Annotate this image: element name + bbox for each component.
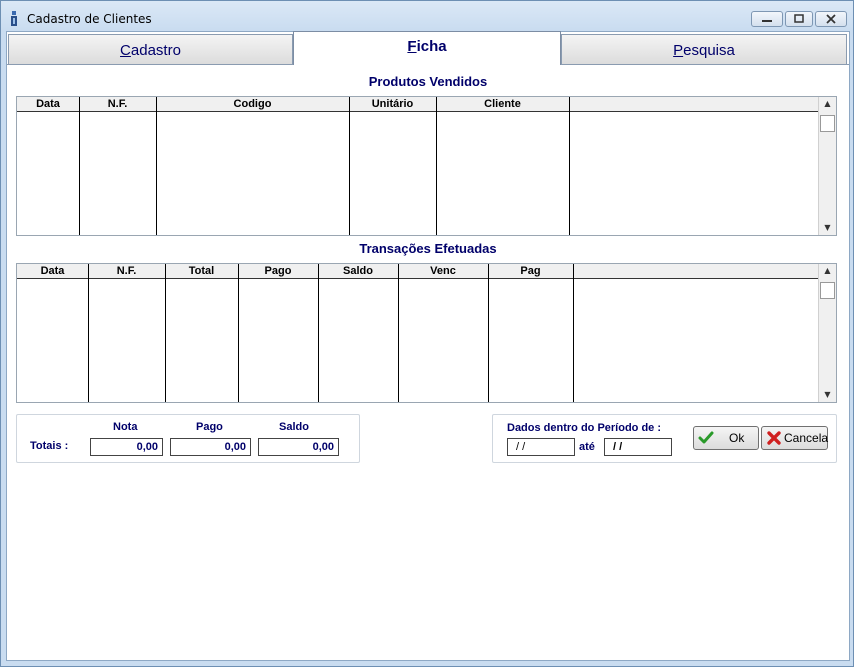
x-icon xyxy=(767,431,781,445)
window: Cadastro de Clientes Cadastro Ficha Pesq… xyxy=(0,0,854,667)
tab-pesquisa[interactable]: Pesquisa xyxy=(561,34,847,64)
produtos-col-divider xyxy=(436,97,437,235)
transacoes-title: Transações Efetuadas xyxy=(359,241,497,256)
ok-button-label: Ok xyxy=(729,431,745,445)
tab-pesquisa-label: esquisa xyxy=(683,42,735,59)
check-icon xyxy=(698,431,714,444)
transacoes-col-divider xyxy=(165,264,166,402)
cancel-button[interactable]: Cancela xyxy=(761,426,828,450)
tab-cadastro-label: adastro xyxy=(130,42,181,59)
produtos-col-divider xyxy=(349,97,350,235)
scroll-down-arrow-icon[interactable]: ▼ xyxy=(819,388,836,402)
transacoes-col-divider xyxy=(398,264,399,402)
tab-cadastro-mnemonic: C xyxy=(120,42,131,59)
window-title: Cadastro de Clientes xyxy=(27,12,152,26)
tab-ficha[interactable]: Ficha xyxy=(293,31,561,65)
produtos-col-cliente[interactable]: Cliente xyxy=(436,97,569,111)
scroll-thumb[interactable] xyxy=(820,282,835,299)
scroll-thumb[interactable] xyxy=(820,115,835,132)
periodo-from-field[interactable]: / / xyxy=(507,438,575,456)
produtos-col-divider xyxy=(156,97,157,235)
pago-label: Pago xyxy=(196,421,223,433)
produtos-col-divider xyxy=(569,97,570,235)
transacoes-col-pago[interactable]: Pago xyxy=(238,264,318,278)
transacoes-scrollbar[interactable]: ▲ ▼ xyxy=(818,264,836,402)
app-icon xyxy=(11,11,17,26)
transacoes-grid[interactable]: Data N.F. Total Pago Saldo Venc Pag ▲ ▼ xyxy=(16,263,837,403)
scroll-up-arrow-icon[interactable]: ▲ xyxy=(819,264,836,278)
title-bar: Cadastro de Clientes xyxy=(1,1,853,33)
produtos-col-divider xyxy=(79,97,80,235)
periodo-label: Dados dentro do Período de : xyxy=(507,422,662,434)
produtos-col-data[interactable]: Data xyxy=(17,97,79,111)
transacoes-col-data[interactable]: Data xyxy=(17,264,88,278)
periodo-to-field[interactable]: / / xyxy=(604,438,672,456)
transacoes-col-pag[interactable]: Pag xyxy=(488,264,573,278)
tab-ficha-label: icha xyxy=(416,38,447,55)
produtos-scrollbar[interactable]: ▲ ▼ xyxy=(818,97,836,235)
pago-value-field[interactable]: 0,00 xyxy=(170,438,251,456)
minimize-icon xyxy=(762,20,772,22)
transacoes-col-total[interactable]: Total xyxy=(165,264,238,278)
nota-label: Nota xyxy=(113,421,138,433)
client-area: Cadastro Ficha Pesquisa Produtos Vendido… xyxy=(6,31,850,661)
transacoes-col-divider xyxy=(238,264,239,402)
periodo-panel: Dados dentro do Período de : / / até / /… xyxy=(492,414,837,463)
maximize-icon xyxy=(794,14,804,23)
ate-label: até xyxy=(579,441,595,453)
totais-panel: Totais : Nota Pago Saldo 0,00 0,00 0,00 xyxy=(16,414,360,463)
minimize-button[interactable] xyxy=(751,11,783,27)
produtos-col-unitario[interactable]: Unitário xyxy=(349,97,436,111)
tab-cadastro[interactable]: Cadastro xyxy=(8,34,293,64)
transacoes-col-venc[interactable]: Venc xyxy=(398,264,488,278)
transacoes-col-divider xyxy=(88,264,89,402)
saldo-label: Saldo xyxy=(279,421,309,433)
transacoes-col-divider xyxy=(488,264,489,402)
nota-value-field[interactable]: 0,00 xyxy=(90,438,163,456)
scroll-up-arrow-icon[interactable]: ▲ xyxy=(819,97,836,111)
tab-pesquisa-mnemonic: P xyxy=(673,42,684,59)
transacoes-col-divider xyxy=(318,264,319,402)
produtos-col-codigo[interactable]: Codigo xyxy=(156,97,349,111)
scroll-down-arrow-icon[interactable]: ▼ xyxy=(819,221,836,235)
totais-label: Totais : xyxy=(30,440,69,452)
transacoes-col-saldo[interactable]: Saldo xyxy=(318,264,398,278)
produtos-title: Produtos Vendidos xyxy=(368,74,488,89)
produtos-col-nf[interactable]: N.F. xyxy=(79,97,156,111)
tab-ficha-mnemonic: F xyxy=(407,38,417,55)
saldo-value-field[interactable]: 0,00 xyxy=(258,438,339,456)
close-window-button[interactable] xyxy=(815,11,847,27)
maximize-button[interactable] xyxy=(785,11,813,27)
transacoes-col-divider xyxy=(573,264,574,402)
ok-button[interactable]: Ok xyxy=(693,426,759,450)
transacoes-col-nf[interactable]: N.F. xyxy=(88,264,165,278)
cancel-button-label: Cancela xyxy=(784,431,829,445)
close-icon xyxy=(826,14,836,24)
produtos-grid[interactable]: Data N.F. Codigo Unitário Cliente ▲ ▼ xyxy=(16,96,837,236)
